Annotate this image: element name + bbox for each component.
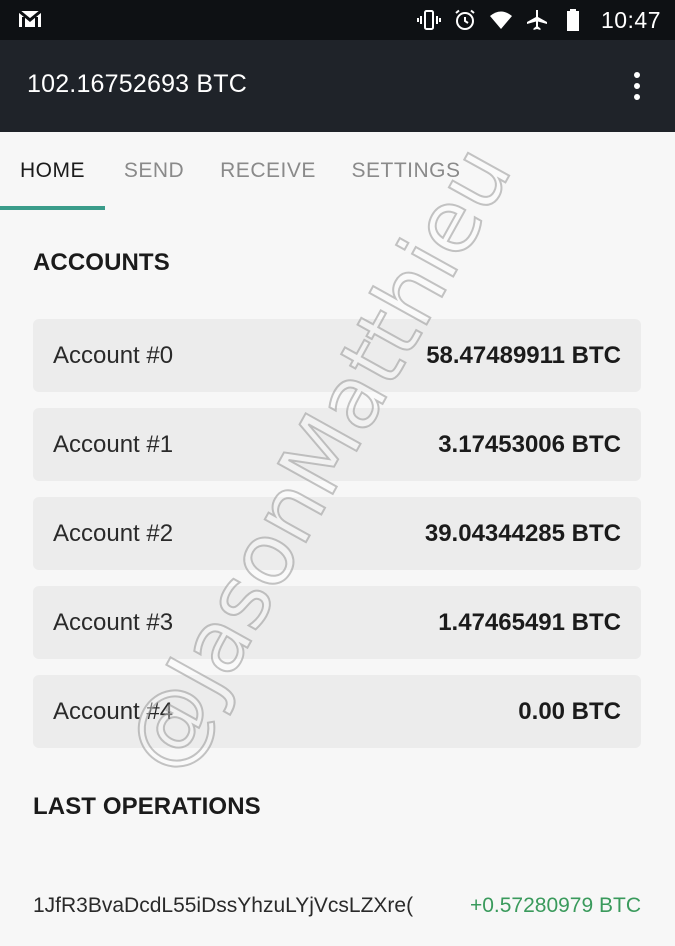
account-row-1[interactable]: Account #1 3.17453006 BTC xyxy=(33,408,641,481)
account-row-4[interactable]: Account #4 0.00 BTC xyxy=(33,675,641,748)
tab-send[interactable]: SEND xyxy=(105,132,203,210)
account-balance: 3.17453006 BTC xyxy=(438,430,621,458)
tab-settings[interactable]: SETTINGS xyxy=(333,132,479,210)
account-name: Account #1 xyxy=(53,430,174,458)
vibrate-icon xyxy=(416,8,441,32)
account-name: Account #0 xyxy=(53,341,174,369)
app-bar: 102.16752693 BTC xyxy=(0,40,675,132)
airplane-icon xyxy=(525,8,549,32)
account-balance: 39.04344285 BTC xyxy=(424,519,621,547)
last-operations-section-title: LAST OPERATIONS xyxy=(33,793,261,820)
active-tab-indicator xyxy=(0,206,105,210)
account-name: Account #2 xyxy=(53,519,174,547)
wifi-icon xyxy=(489,8,513,32)
account-row-3[interactable]: Account #3 1.47465491 BTC xyxy=(33,586,641,659)
account-row-2[interactable]: Account #2 39.04344285 BTC xyxy=(33,497,641,570)
account-balance: 0.00 BTC xyxy=(518,697,621,725)
account-balance: 58.47489911 BTC xyxy=(426,341,621,369)
tab-bar: HOME SEND RECEIVE SETTINGS xyxy=(0,132,675,210)
operation-address: 1JfR3BvaDcdL55iDssYhzuLYjVcsLZXre( xyxy=(33,894,414,917)
accounts-section-title: ACCOUNTS xyxy=(33,249,170,276)
status-time: 10:47 xyxy=(600,6,661,33)
account-balance: 1.47465491 BTC xyxy=(438,608,621,636)
account-name: Account #3 xyxy=(53,608,174,636)
battery-icon xyxy=(561,8,585,32)
operation-amount: +0.57280979 BTC xyxy=(469,894,641,917)
tab-receive[interactable]: RECEIVE xyxy=(203,132,333,210)
alarm-icon xyxy=(453,8,477,32)
overflow-menu-icon[interactable] xyxy=(621,68,653,104)
status-bar: 10:47 xyxy=(0,0,675,40)
account-row-0[interactable]: Account #0 58.47489911 BTC xyxy=(33,319,641,392)
account-name: Account #4 xyxy=(53,697,174,725)
tab-home[interactable]: HOME xyxy=(0,132,105,210)
status-icons: 10:47 xyxy=(416,0,661,40)
gmail-icon xyxy=(18,9,42,29)
total-balance-title: 102.16752693 BTC xyxy=(27,70,248,98)
operation-row[interactable]: 1JfR3BvaDcdL55iDssYhzuLYjVcsLZXre( +0.57… xyxy=(33,888,641,924)
